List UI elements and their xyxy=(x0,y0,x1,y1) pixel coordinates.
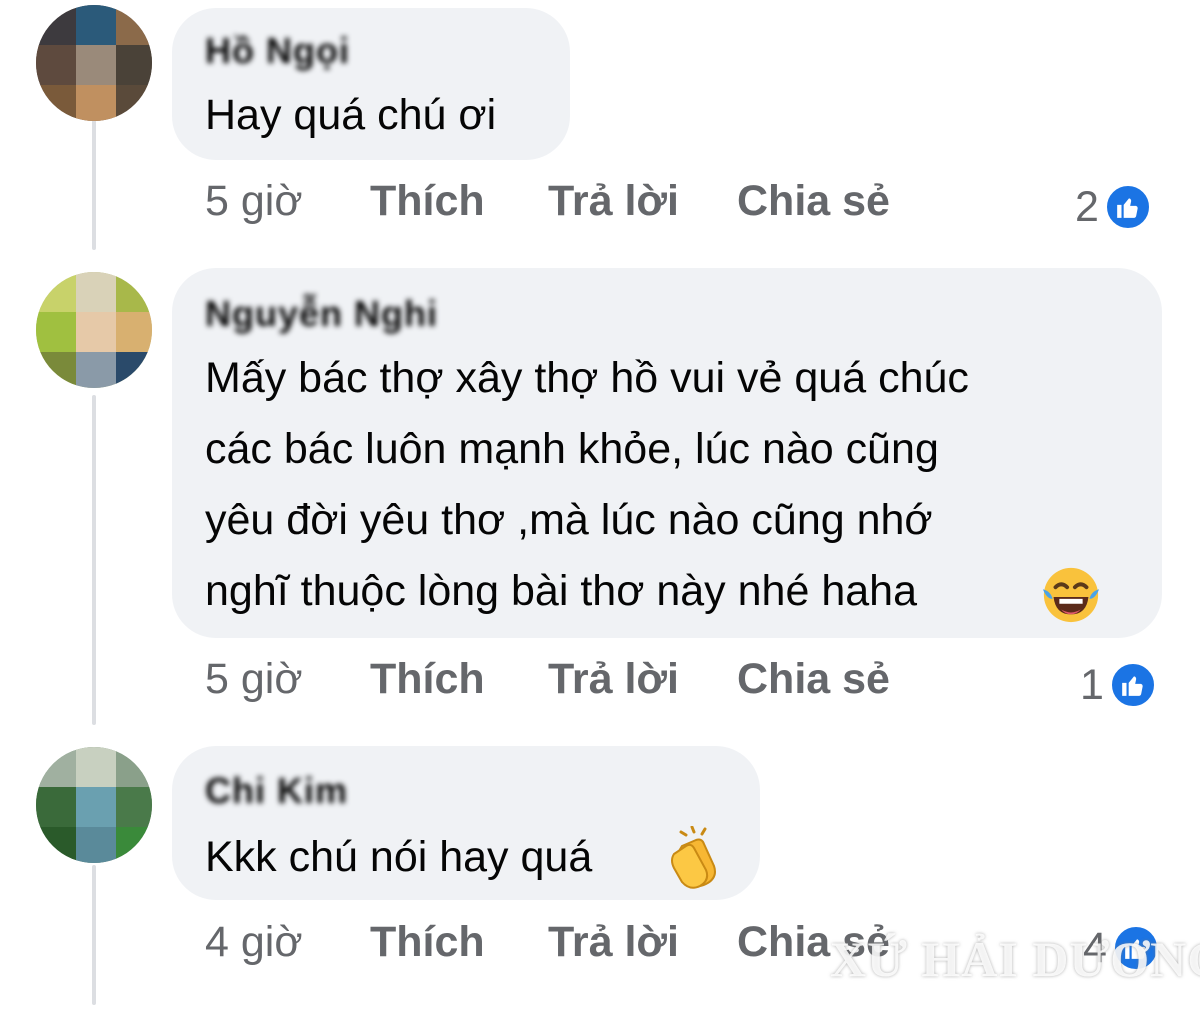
like-button[interactable]: Thích xyxy=(370,918,485,967)
comment-timestamp[interactable]: 4 giờ xyxy=(205,918,303,967)
avatar[interactable] xyxy=(36,5,152,121)
clapping-hands-emoji xyxy=(664,825,728,890)
like-button[interactable]: Thích xyxy=(370,177,485,226)
comment-timestamp[interactable]: 5 giờ xyxy=(205,655,303,704)
comment-actions: 5 giờ Thích Trả lời Chia sẻ 2 xyxy=(205,177,1185,237)
share-button[interactable]: Chia sẻ xyxy=(737,177,890,226)
like-icon xyxy=(1107,660,1158,710)
avatar[interactable] xyxy=(36,747,152,863)
comment-author[interactable]: Nguyễn Nghi xyxy=(205,293,438,335)
comment-text: Hay quá chú ơi xyxy=(205,91,497,139)
comment-author[interactable]: Chi Kim xyxy=(205,770,348,812)
like-icon xyxy=(1102,182,1153,232)
reaction-count: 1 xyxy=(1080,660,1104,709)
comment-text-line: các bác luôn mạnh khỏe, lúc nào cũng xyxy=(205,425,939,473)
thread-line xyxy=(92,395,96,725)
reply-button[interactable]: Trả lời xyxy=(548,918,679,967)
comment-author[interactable]: Hồ Ngọi xyxy=(205,30,350,72)
share-button[interactable]: Chia sẻ xyxy=(737,655,890,704)
like-button[interactable]: Thích xyxy=(370,655,485,704)
reply-button[interactable]: Trả lời xyxy=(548,177,679,226)
tears-of-joy-emoji xyxy=(1040,564,1102,626)
reaction-summary[interactable]: 2 xyxy=(1075,177,1153,237)
avatar[interactable] xyxy=(36,272,152,388)
comment-text: Kkk chú nói hay quá xyxy=(205,833,593,881)
thread-line xyxy=(92,120,96,250)
reaction-count: 2 xyxy=(1075,182,1099,231)
reaction-summary[interactable]: 1 xyxy=(1080,655,1158,715)
comment-text-line: yêu đời yêu thơ ,mà lúc nào cũng nhớ xyxy=(205,496,933,544)
comment-timestamp[interactable]: 5 giờ xyxy=(205,177,303,226)
watermark: XỨ HẢI DƯƠNG xyxy=(830,931,1200,987)
thread-line xyxy=(92,865,96,1005)
comment-actions: 5 giờ Thích Trả lời Chia sẻ 1 xyxy=(205,655,1185,715)
comment-text-line: nghĩ thuộc lòng bài thơ này nhé haha xyxy=(205,567,917,615)
reply-button[interactable]: Trả lời xyxy=(548,655,679,704)
comment-text-line: Mấy bác thợ xây thợ hồ vui vẻ quá chúc xyxy=(205,354,969,402)
